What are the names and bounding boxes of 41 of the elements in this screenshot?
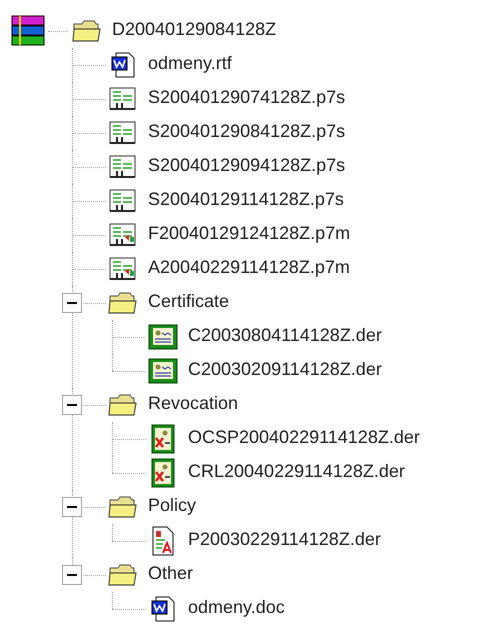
folder-icon (108, 563, 138, 587)
tree-item-label[interactable]: F20040129124128Z.p7m (146, 223, 352, 243)
certificate-icon (148, 324, 178, 350)
tree-item-label[interactable]: S20040129114128Z.p7s (146, 189, 346, 209)
folder-icon (72, 19, 102, 43)
collapse-toggle[interactable] (62, 497, 82, 517)
tree-item-label[interactable]: S20040129074128Z.p7s (146, 87, 348, 107)
tree-item-label[interactable]: C20030804114128Z.der (186, 325, 384, 345)
revoked-certificate-icon (151, 458, 175, 488)
tree-item-label[interactable]: D20040129084128Z (110, 19, 278, 39)
collapse-toggle[interactable] (62, 293, 82, 313)
tree-item-label[interactable]: S20040129094128Z.p7s (146, 155, 348, 175)
tree-item-label[interactable]: Other (146, 563, 196, 583)
tree-item-label[interactable]: odmeny.doc (186, 597, 287, 617)
tree-item-label[interactable]: Certificate (146, 291, 232, 311)
tree-item-label[interactable]: OCSP20040229114128Z.der (186, 427, 422, 447)
document-icon (110, 51, 136, 79)
certificate-icon (148, 358, 178, 384)
document-icon (150, 595, 176, 623)
policy-file-icon (151, 526, 175, 556)
books-icon (10, 14, 46, 48)
signed-file-icon (109, 86, 137, 112)
tree-item-label[interactable]: S20040129084128Z.p7s (146, 121, 348, 141)
tree-item-label[interactable]: A20040229114128Z.p7m (146, 257, 352, 277)
tree-item-label[interactable]: C20030209114128Z.der (186, 359, 384, 379)
folder-icon (108, 291, 138, 315)
folder-icon (108, 495, 138, 519)
tree-item-label[interactable]: odmeny.rtf (146, 53, 234, 73)
collapse-toggle[interactable] (62, 565, 82, 585)
signed-file-icon (109, 120, 137, 146)
sealed-file-icon (109, 222, 137, 248)
signed-file-icon (109, 154, 137, 180)
signed-file-icon (109, 188, 137, 214)
tree-item-label[interactable]: Revocation (146, 393, 240, 413)
tree-item-label[interactable]: Policy (146, 495, 198, 515)
collapse-toggle[interactable] (62, 395, 82, 415)
tree-item-label[interactable]: CRL20040229114128Z.der (186, 461, 407, 481)
tree-item-label[interactable]: P20030229114128Z.der (186, 529, 383, 549)
folder-icon (108, 393, 138, 417)
sealed-file-icon (109, 256, 137, 282)
revoked-certificate-icon (151, 424, 175, 454)
